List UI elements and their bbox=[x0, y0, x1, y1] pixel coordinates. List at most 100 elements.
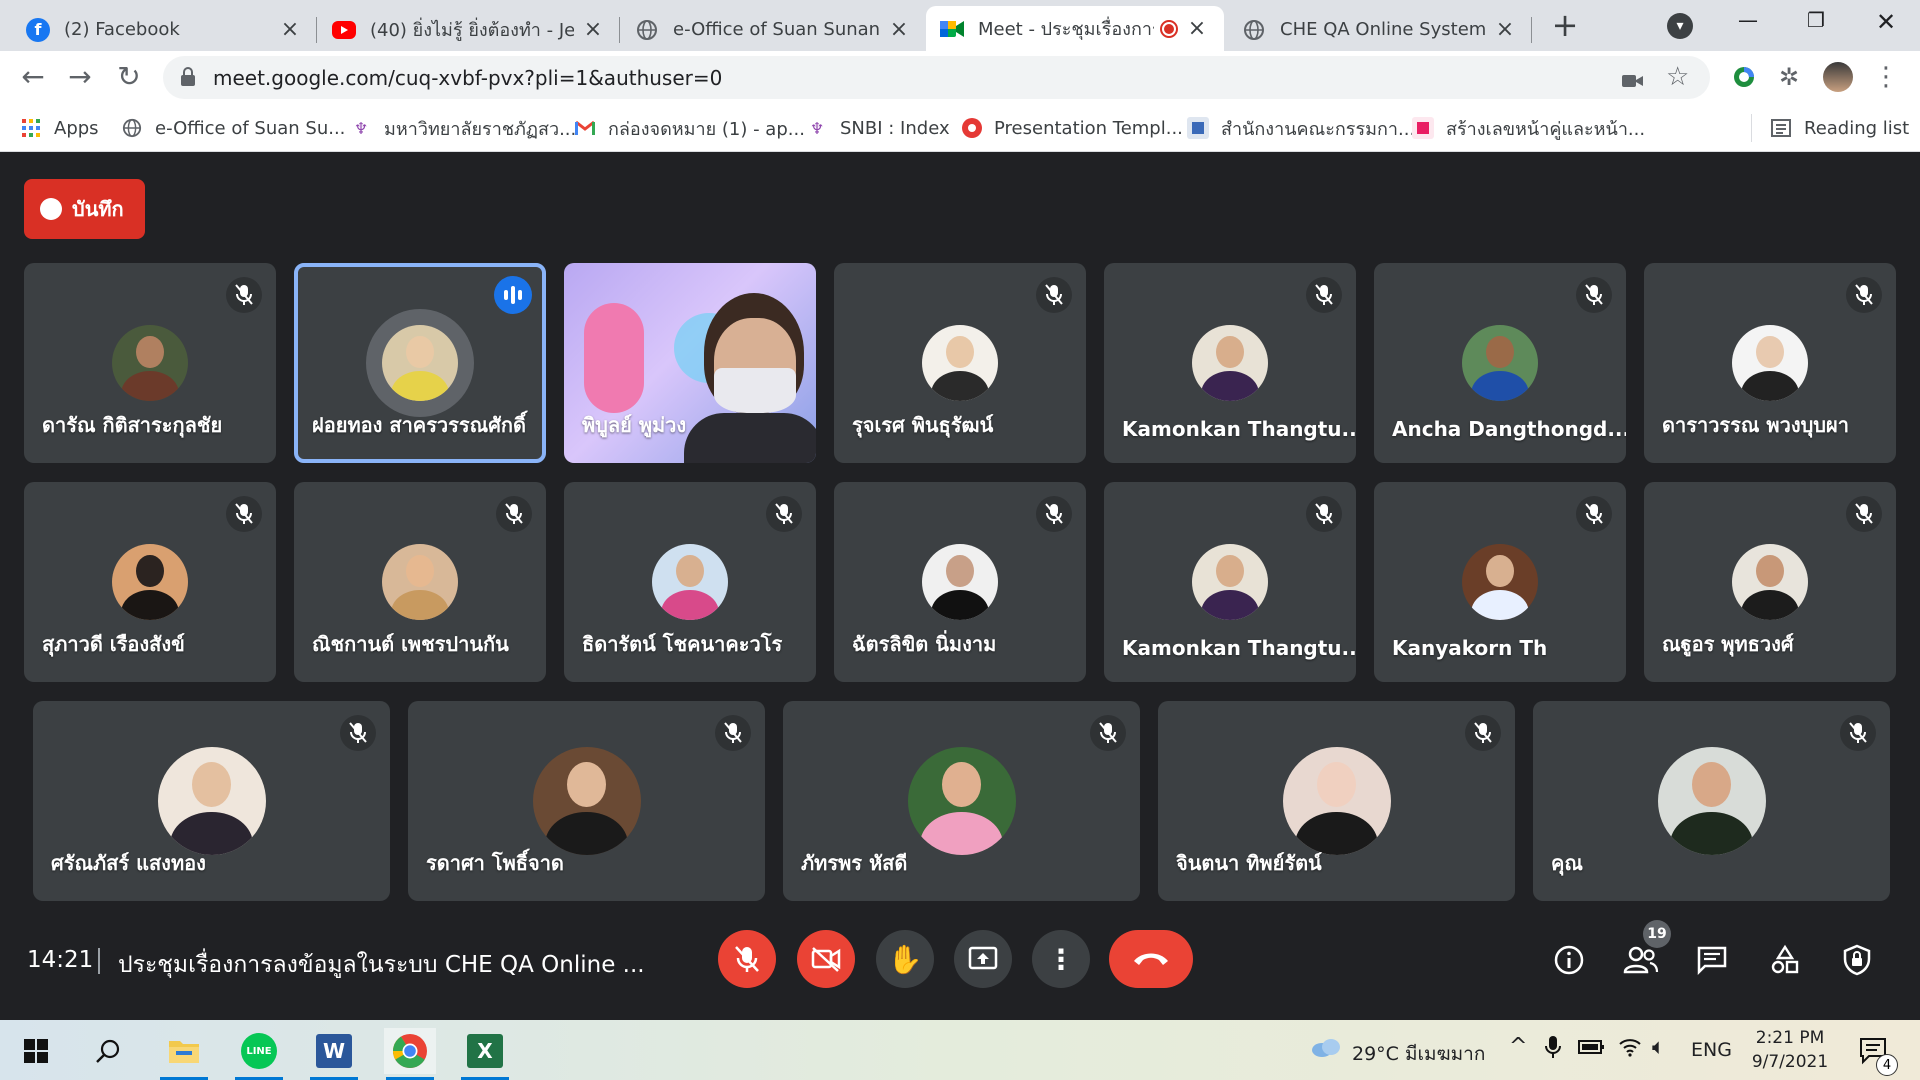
participant-name: จินตนา ทิพย์รัตน์ bbox=[1176, 851, 1322, 875]
taskbar-date: 9/7/2021 bbox=[1751, 1052, 1829, 1072]
folder-icon bbox=[169, 1041, 199, 1063]
mic-off-icon bbox=[1036, 496, 1072, 532]
participant-tile[interactable]: ฝอยทอง สาครวรรณศักดิ์ bbox=[294, 263, 546, 463]
participant-name: ฉัตรลิขิต นิ่มงาม bbox=[852, 632, 997, 656]
restore-button[interactable]: ❐ bbox=[1796, 8, 1836, 38]
reading-list-button[interactable]: Reading list bbox=[1770, 114, 1909, 142]
close-window-button[interactable]: ✕ bbox=[1866, 8, 1906, 38]
participant-tile[interactable]: Kamonkan Thangtu... bbox=[1104, 482, 1356, 682]
taskbar-file-explorer[interactable] bbox=[158, 1028, 210, 1080]
taskbar-word[interactable]: W bbox=[308, 1028, 360, 1080]
back-button[interactable]: ← bbox=[16, 61, 50, 95]
taskbar-chrome[interactable] bbox=[384, 1028, 436, 1080]
weather-text[interactable]: 29°C มีเมฆมาก bbox=[1352, 1039, 1485, 1069]
taskbar-clock[interactable]: 2:21 PM 9/7/2021 bbox=[1740, 1026, 1840, 1074]
close-icon[interactable]: × bbox=[1494, 17, 1516, 42]
recording-label: บันทึก bbox=[72, 197, 124, 221]
minimize-button[interactable]: — bbox=[1728, 8, 1768, 38]
tab-search-icon[interactable]: ▾ bbox=[1667, 13, 1693, 39]
notification-center-button[interactable]: 4 bbox=[1848, 1028, 1900, 1076]
lock-icon bbox=[181, 67, 195, 87]
camera-icon[interactable] bbox=[1622, 67, 1644, 95]
bookmark-apps[interactable]: Apps bbox=[20, 114, 99, 142]
address-bar[interactable]: meet.google.com/cuq-xvbf-pvx?pli=1&authu… bbox=[163, 56, 1710, 99]
participant-name: ภัทรพร หัสดี bbox=[801, 851, 908, 875]
participant-tile[interactable]: Kanyakorn Th bbox=[1374, 482, 1626, 682]
host-controls-button[interactable] bbox=[1837, 940, 1877, 980]
forward-button[interactable]: → bbox=[63, 61, 97, 95]
bookmark-snbi[interactable]: ♆ SNBI : Index bbox=[806, 114, 950, 142]
more-menu-icon[interactable]: ⋮ bbox=[1868, 59, 1904, 95]
raise-hand-button[interactable]: ✋ bbox=[876, 930, 934, 988]
mic-off-icon bbox=[1306, 277, 1342, 313]
participant-tile[interactable]: ณิชกานต์ เพชรปานกัน bbox=[294, 482, 546, 682]
taskbar-excel[interactable]: X bbox=[459, 1028, 511, 1080]
close-icon[interactable]: × bbox=[1186, 16, 1208, 41]
participant-tile[interactable]: รดาศา โพธิ์จาด bbox=[408, 701, 765, 901]
participant-tile[interactable]: ศรัณภัสร์ แสงทอง bbox=[33, 701, 390, 901]
tab-eoffice[interactable]: e-Office of Suan Sunandha × bbox=[621, 8, 926, 51]
close-icon[interactable]: × bbox=[279, 17, 301, 42]
recording-indicator-icon bbox=[1160, 19, 1178, 38]
bookmark-office[interactable]: สำนักงานคณะกรรมกา... bbox=[1187, 114, 1415, 142]
tab-meet[interactable]: Meet - ประชุมเรื่องการลงข้อมูล × bbox=[926, 6, 1224, 51]
microphone-toggle-button[interactable] bbox=[718, 930, 776, 988]
participant-tile[interactable]: พิบูลย์ พูม่วง bbox=[564, 263, 816, 463]
leave-call-button[interactable] bbox=[1109, 930, 1193, 988]
mic-off-icon bbox=[226, 496, 262, 532]
participant-tile[interactable]: ฉัตรลิขิต นิ่มงาม bbox=[834, 482, 1086, 682]
participant-tile[interactable]: รุจเรศ พินธุรัฒน์ bbox=[834, 263, 1086, 463]
new-tab-button[interactable]: + bbox=[1548, 9, 1582, 44]
present-now-button[interactable] bbox=[954, 930, 1012, 988]
more-options-button[interactable]: ⋮ bbox=[1032, 930, 1090, 988]
mic-off-icon bbox=[496, 496, 532, 532]
participant-tile[interactable]: ณฐูอร พุทธวงศ์ bbox=[1644, 482, 1896, 682]
chat-button[interactable] bbox=[1692, 940, 1732, 980]
camera-toggle-button[interactable] bbox=[797, 930, 855, 988]
bookmark-star-icon[interactable]: ☆ bbox=[1666, 62, 1689, 92]
bookmark-label: Apps bbox=[54, 117, 99, 139]
participant-tile[interactable]: คุณ bbox=[1533, 701, 1890, 901]
meeting-details-button[interactable] bbox=[1549, 940, 1589, 980]
wifi-icon[interactable] bbox=[1618, 1036, 1642, 1063]
chat-icon bbox=[1697, 946, 1727, 975]
volume-icon[interactable]: 🔈︎ bbox=[1652, 1035, 1665, 1060]
tab-facebook[interactable]: f (2) Facebook × bbox=[12, 8, 317, 51]
avatar bbox=[532, 747, 641, 855]
bookmark-presentation[interactable]: Presentation Templ... bbox=[962, 114, 1183, 142]
profile-avatar[interactable] bbox=[1820, 59, 1856, 95]
extension-icon[interactable] bbox=[1726, 59, 1762, 95]
participant-tile[interactable]: สุภาวดี เรืองสังข์ bbox=[24, 482, 276, 682]
extensions-puzzle-icon[interactable]: ✲ bbox=[1771, 59, 1807, 95]
browser-tab-strip: f (2) Facebook × (40) ยิ่งไม่รู้ ยิ่งต้อ… bbox=[0, 0, 1920, 51]
close-icon[interactable]: × bbox=[888, 17, 910, 42]
shapes-icon bbox=[1771, 944, 1799, 974]
participant-tile[interactable]: Kamonkan Thangtu... bbox=[1104, 263, 1356, 463]
reload-button[interactable]: ↻ bbox=[112, 61, 146, 95]
activities-button[interactable] bbox=[1765, 940, 1805, 980]
battery-icon[interactable] bbox=[1578, 1037, 1606, 1062]
participant-tile[interactable]: ดารัณ กิติสาระกุลชัย bbox=[24, 263, 276, 463]
bookmark-gmail[interactable]: กล่องจดหมาย (1) - ap... bbox=[574, 114, 805, 142]
taskbar-search-button[interactable] bbox=[82, 1028, 134, 1074]
microphone-tray-icon[interactable] bbox=[1545, 1035, 1561, 1064]
search-icon bbox=[96, 1039, 120, 1063]
bookmark-label: e-Office of Suan Su... bbox=[155, 117, 346, 139]
tab-youtube[interactable]: (40) ยิ่งไม่รู้ ยิ่งต้องทำ - Jetset × bbox=[318, 8, 620, 51]
participant-tile[interactable]: ดาราวรรณ พวงบุบผา bbox=[1644, 263, 1896, 463]
taskbar-line[interactable]: LINE bbox=[233, 1028, 285, 1080]
avatar bbox=[382, 544, 458, 620]
input-language[interactable]: ENG bbox=[1691, 1039, 1732, 1061]
bookmark-ssru[interactable]: ♆ มหาวิทยาลัยราชภัฏสว... bbox=[350, 114, 576, 142]
tab-che-qa[interactable]: CHE QA Online System × bbox=[1228, 8, 1532, 51]
bookmark-eoffice[interactable]: e-Office of Suan Su... bbox=[121, 114, 345, 142]
participant-name: Kamonkan Thangtu... bbox=[1122, 636, 1356, 660]
participant-tile[interactable]: ภัทรพร หัสดี bbox=[783, 701, 1140, 901]
participant-tile[interactable]: Ancha Dangthongd... bbox=[1374, 263, 1626, 463]
participant-tile[interactable]: ธิดารัตน์ โชคนาคะวโร bbox=[564, 482, 816, 682]
participant-tile[interactable]: จินตนา ทิพย์รัตน์ bbox=[1158, 701, 1515, 901]
close-icon[interactable]: × bbox=[582, 17, 604, 42]
windows-start-button[interactable] bbox=[10, 1028, 62, 1074]
show-hidden-icons-chevron-icon[interactable]: ^ bbox=[1509, 1034, 1527, 1059]
bookmark-page[interactable]: สร้างเลขหน้าคู่และหน้า... bbox=[1412, 114, 1645, 142]
